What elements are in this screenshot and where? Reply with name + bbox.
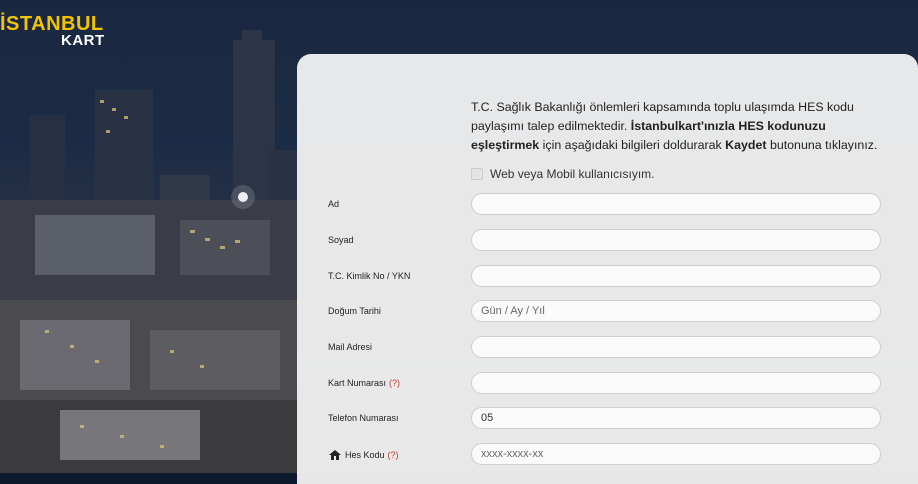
web-mobile-user-label: Web veya Mobil kullanıcısıyım. xyxy=(490,167,655,181)
telefon-input[interactable] xyxy=(471,407,881,429)
mail-label: Mail Adresi xyxy=(328,342,373,352)
form-row-soyad: Soyad xyxy=(297,229,918,255)
istanbulkart-logo[interactable]: İSTANBUL KART xyxy=(0,14,105,48)
telefon-label: Telefon Numarası xyxy=(328,413,399,423)
form-row-dogum: Doğum Tarihi xyxy=(297,300,918,326)
kart-help-link[interactable]: (?) xyxy=(389,378,400,388)
intro-bold-save: Kaydet xyxy=(725,138,767,152)
soyad-label: Soyad xyxy=(328,235,354,245)
hes-help-link[interactable]: (?) xyxy=(388,450,399,460)
ad-input[interactable] xyxy=(471,193,881,215)
kart-label: Kart Numarası (?) xyxy=(328,378,401,388)
form-row-ad: Ad xyxy=(297,193,918,219)
dogum-tarihi-input[interactable] xyxy=(471,300,881,322)
form-row-hes: Hes Kodu (?) xyxy=(297,443,918,469)
ad-label: Ad xyxy=(328,199,340,209)
hes-label: Hes Kodu (?) xyxy=(328,449,399,461)
mail-input[interactable] xyxy=(471,336,881,358)
form-row-telefon: Telefon Numarası xyxy=(297,407,918,433)
hes-app-icon xyxy=(329,450,341,460)
logo-line1: İSTANBUL xyxy=(0,13,104,35)
hes-kodu-input[interactable] xyxy=(471,443,881,465)
web-mobile-user-checkbox-row[interactable]: Web veya Mobil kullanıcısıyım. xyxy=(471,167,655,181)
tc-input[interactable] xyxy=(471,265,881,287)
form-row-tc: T.C. Kimlik No / YKN xyxy=(297,265,918,291)
web-mobile-user-checkbox[interactable] xyxy=(471,168,483,180)
form-row-mail: Mail Adresi xyxy=(297,336,918,362)
dogum-label: Doğum Tarihi xyxy=(328,306,381,316)
logo-line2: KART xyxy=(61,32,105,49)
form-row-kart: Kart Numarası (?) xyxy=(297,372,918,398)
soyad-input[interactable] xyxy=(471,229,881,251)
kart-numarasi-input[interactable] xyxy=(471,372,881,394)
hes-form-panel: T.C. Sağlık Bakanlığı önlemleri kapsamın… xyxy=(297,54,918,484)
intro-text: T.C. Sağlık Bakanlığı önlemleri kapsamın… xyxy=(471,100,878,152)
tc-label: T.C. Kimlik No / YKN xyxy=(328,271,411,281)
